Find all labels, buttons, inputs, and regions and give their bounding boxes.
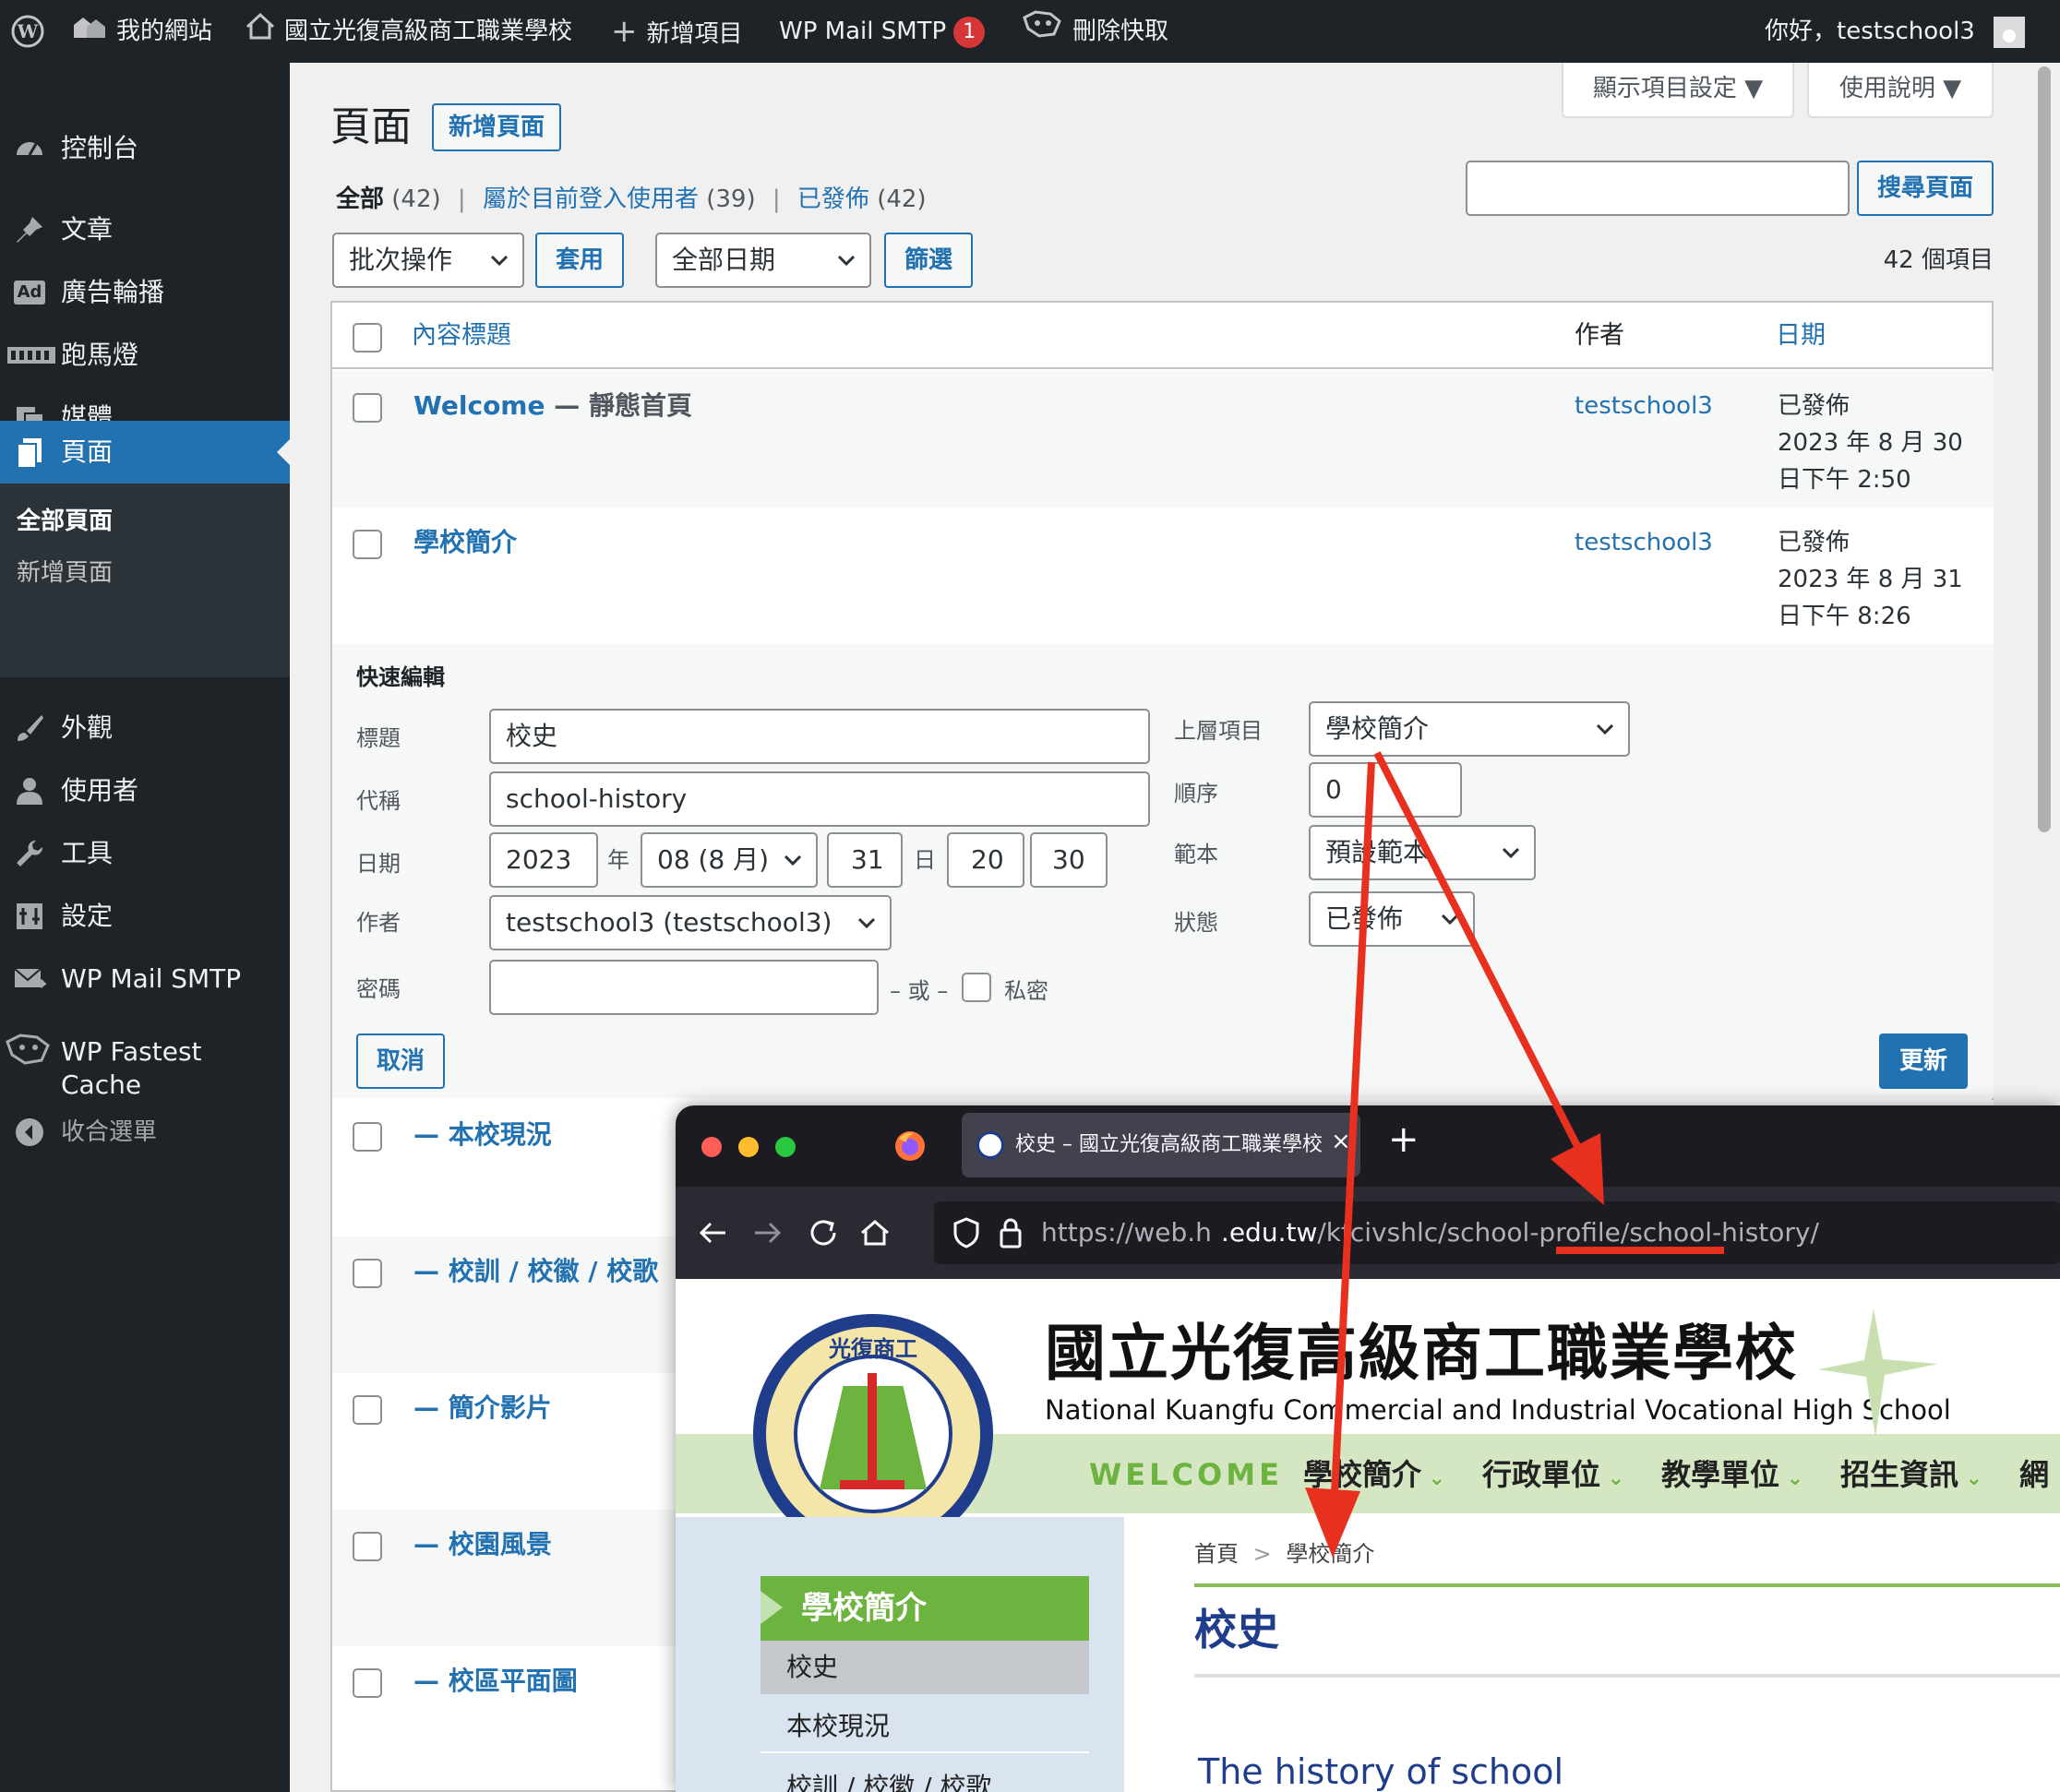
annotation-url-underline — [1556, 1247, 1724, 1254]
annotation-arrow-parent-to-url — [1373, 751, 1604, 1205]
annotation-overlay — [1305, 751, 1724, 1558]
annotation-arrow-parent-to-breadcrumb — [1305, 761, 1375, 1558]
